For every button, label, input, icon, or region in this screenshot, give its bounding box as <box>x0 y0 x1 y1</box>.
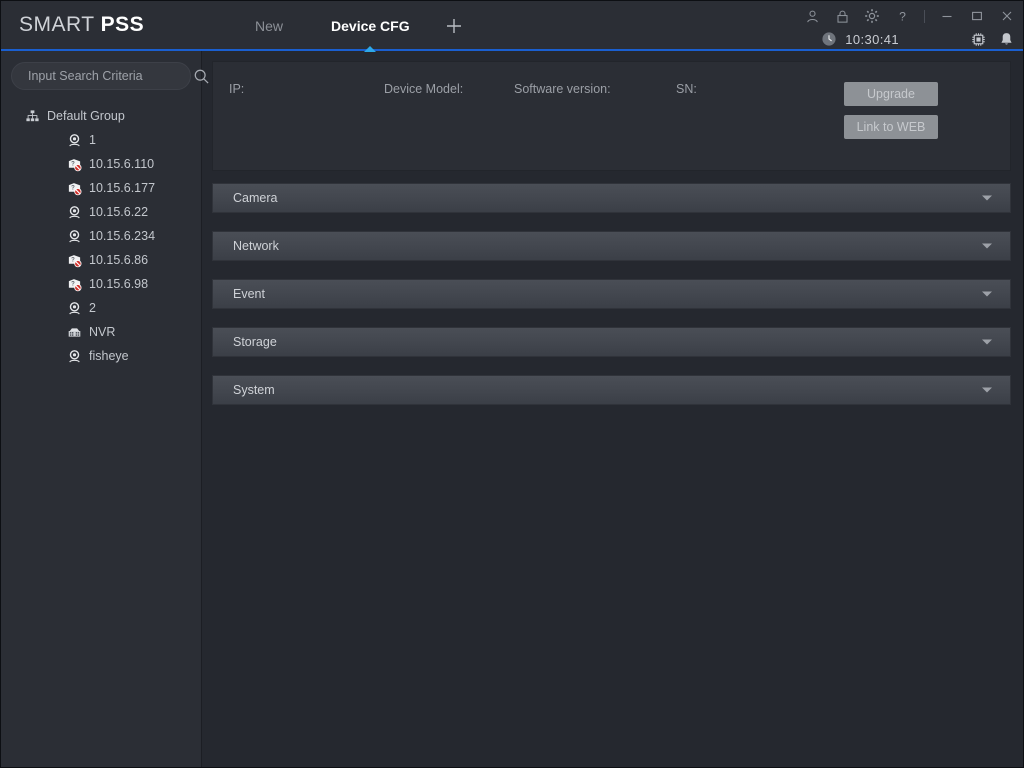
device-info-panel: IP: Device Model: Software version: SN: <box>212 61 1011 171</box>
search-input[interactable] <box>12 69 193 83</box>
accordion-section-system[interactable]: System <box>212 375 1011 405</box>
tree-item-device[interactable]: 10.15.6.22 <box>1 200 201 224</box>
info-field-ip: IP: <box>229 82 384 96</box>
camera-online-icon <box>65 203 83 221</box>
accordion-title: System <box>233 383 275 397</box>
tree-item-device[interactable]: ? 10.15.6.86 <box>1 248 201 272</box>
clock-time: 10:30:41 <box>845 31 899 47</box>
bell-icon[interactable] <box>997 30 1015 48</box>
camera-online-icon <box>65 347 83 365</box>
camera-online-icon <box>65 299 83 317</box>
accordion-title: Network <box>233 239 279 253</box>
accordion-title: Event <box>233 287 265 301</box>
help-icon[interactable]: ? <box>894 8 910 24</box>
tree-item-device[interactable]: fisheye <box>1 344 201 368</box>
chevron-down-icon[interactable] <box>982 387 992 393</box>
chevron-down-icon[interactable] <box>982 291 992 297</box>
sitemap-icon <box>23 107 41 125</box>
tab-bar: New Device CFG <box>231 1 474 51</box>
tree-item-label: 10.15.6.98 <box>89 277 149 291</box>
accordion-title: Storage <box>233 335 277 349</box>
tree-item-device[interactable]: ? 10.15.6.110 <box>1 152 201 176</box>
info-label-model: Device Model: <box>384 82 464 96</box>
brand-text-light: SMART <box>19 13 101 36</box>
accordion-title: Camera <box>233 191 278 205</box>
info-field-software-version: Software version: <box>514 82 676 96</box>
minimize-button[interactable] <box>939 8 955 24</box>
config-accordion: Camera Network Event Storage System <box>212 183 1011 405</box>
nvr-icon <box>65 323 83 341</box>
gear-icon[interactable] <box>864 8 880 24</box>
accordion-section-network[interactable]: Network <box>212 231 1011 261</box>
chevron-down-icon[interactable] <box>982 243 992 249</box>
camera-online-icon <box>65 131 83 149</box>
tree-item-device[interactable]: NVR <box>1 320 201 344</box>
plus-icon <box>446 19 461 33</box>
device-offline-icon: ? <box>65 155 83 173</box>
main-content: IP: Device Model: Software version: SN: <box>202 51 1023 767</box>
system-icon-row: ? <box>804 7 1015 25</box>
chevron-down-icon[interactable] <box>982 195 992 201</box>
info-label-sn: SN: <box>676 82 697 96</box>
cpu-icon[interactable] <box>969 30 987 48</box>
chevron-down-icon[interactable] <box>982 339 992 345</box>
body-area: Default Group 1 <box>1 51 1023 767</box>
accordion-section-camera[interactable]: Camera <box>212 183 1011 213</box>
search-box[interactable] <box>11 62 209 90</box>
info-field-model: Device Model: <box>384 82 514 96</box>
device-sidebar: Default Group 1 <box>1 51 209 767</box>
search-icon[interactable] <box>193 63 210 89</box>
info-label-ip: IP: <box>229 82 245 96</box>
device-offline-icon: ? <box>65 251 83 269</box>
tree-item-label: 10.15.6.234 <box>89 229 156 243</box>
application-window: SMART PSS New Device CFG ? 10:30:41 Inpu… <box>0 0 1024 768</box>
tree-item-device[interactable]: ? 10.15.6.98 <box>1 272 201 296</box>
tree-item-label: 2 <box>89 301 96 315</box>
tree-item-device[interactable]: ? 10.15.6.177 <box>1 176 201 200</box>
tab-new[interactable]: New <box>231 1 307 51</box>
info-field-sn: SN: <box>676 82 826 96</box>
accordion-section-event[interactable]: Event <box>212 279 1011 309</box>
app-logo: SMART PSS <box>19 13 144 37</box>
user-icon[interactable] <box>804 8 820 24</box>
tree-item-device[interactable]: 1 <box>1 128 201 152</box>
tree-item-label: 1 <box>89 133 96 147</box>
svg-text:?: ? <box>899 9 906 23</box>
tab-device-cfg[interactable]: Device CFG <box>307 1 434 51</box>
device-offline-icon: ? <box>65 275 83 293</box>
brand-text-bold: PSS <box>100 13 145 36</box>
link-to-web-button[interactable]: Link to WEB <box>844 115 938 139</box>
tree-item-label: NVR <box>89 325 116 339</box>
tree-group-default[interactable]: Default Group <box>1 104 201 128</box>
add-tab-button[interactable] <box>434 1 474 51</box>
maximize-button[interactable] <box>969 8 985 24</box>
tree-item-label: 10.15.6.22 <box>89 205 149 219</box>
status-bar-row: 10:30:41 <box>820 29 1015 49</box>
tree-item-device[interactable]: 10.15.6.234 <box>1 224 201 248</box>
upgrade-button[interactable]: Upgrade <box>844 82 938 106</box>
tab-new-label: New <box>255 18 284 34</box>
tree-item-device[interactable]: 2 <box>1 296 201 320</box>
title-bar: SMART PSS New Device CFG ? 10:30:41 <box>1 1 1023 51</box>
tree-item-label: fisheye <box>89 349 129 363</box>
device-tree: Default Group 1 ? 10.15.6.110 ? 10.15.6.… <box>1 104 201 368</box>
tree-item-label: 10.15.6.110 <box>89 157 155 171</box>
info-label-software-version: Software version: <box>514 82 611 96</box>
clock-widget[interactable]: 10:30:41 <box>820 30 899 48</box>
tree-item-label: 10.15.6.86 <box>89 253 149 267</box>
icon-divider <box>924 9 925 23</box>
device-action-buttons: Upgrade Link to WEB <box>844 82 938 139</box>
lock-icon[interactable] <box>834 8 850 24</box>
device-offline-icon: ? <box>65 179 83 197</box>
tab-device-cfg-label: Device CFG <box>331 18 410 34</box>
camera-online-icon <box>65 227 83 245</box>
close-button[interactable] <box>999 8 1015 24</box>
clock-icon <box>820 30 838 48</box>
tree-item-label: 10.15.6.177 <box>89 181 156 195</box>
tree-group-label: Default Group <box>47 109 125 123</box>
accordion-section-storage[interactable]: Storage <box>212 327 1011 357</box>
